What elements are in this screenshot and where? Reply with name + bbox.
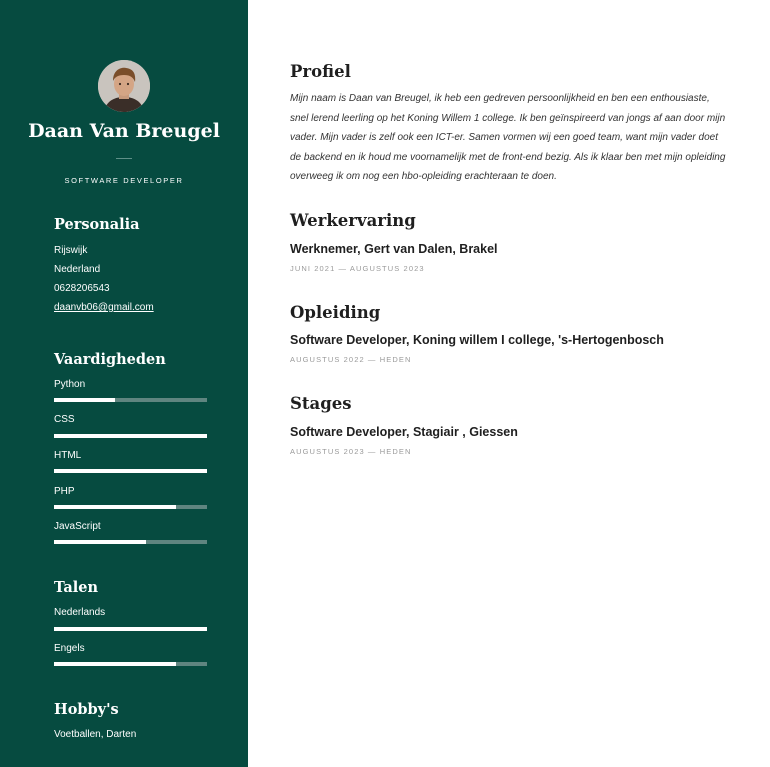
language-bar	[54, 662, 207, 666]
work-entry-date: JUNI 2021 — AUGUSTUS 2023	[290, 264, 425, 273]
education-entry-title: Software Developer, Koning willem I coll…	[290, 333, 664, 347]
internship-entry-title: Software Developer, Stagiair , Giessen	[290, 425, 518, 439]
personalia-country: Nederland	[54, 264, 101, 275]
personalia-heading: Personalia	[54, 216, 140, 233]
skill-bar-fill	[54, 505, 177, 509]
education-heading: Opleiding	[290, 303, 381, 322]
sidebar: Daan Van Breugel SOFTWARE DEVELOPER Pers…	[0, 0, 248, 767]
person-photo-icon	[98, 60, 150, 112]
language-bar-fill	[54, 627, 207, 631]
personalia-email-link[interactable]: daanvb06@gmail.com	[54, 302, 154, 313]
skill-label: Python	[54, 379, 86, 390]
skill-bar	[54, 469, 207, 473]
skill-bar	[54, 434, 207, 438]
language-bar	[54, 627, 207, 631]
personalia-phone: 0628206543	[54, 283, 110, 294]
skill-label: JavaScript	[54, 521, 101, 532]
work-heading: Werkervaring	[290, 211, 416, 230]
profile-role: SOFTWARE DEVELOPER	[64, 176, 184, 185]
work-entry-title: Werknemer, Gert van Dalen, Brakel	[290, 242, 498, 256]
skills-heading: Vaardigheden	[54, 351, 166, 368]
skill-bar-fill	[54, 469, 207, 473]
profile-heading: Profiel	[290, 62, 351, 81]
language-label: Nederlands	[54, 607, 106, 618]
skill-label: PHP	[54, 486, 75, 497]
languages-heading: Talen	[54, 579, 99, 596]
language-bar-fill	[54, 662, 177, 666]
skill-bar-fill	[54, 398, 116, 402]
avatar	[98, 60, 150, 112]
skill-label: CSS	[54, 414, 75, 425]
language-label: Engels	[54, 643, 85, 654]
profile-text: Mijn naam is Daan van Breugel, ik heb ee…	[290, 93, 726, 183]
skill-bar-fill	[54, 540, 146, 544]
name-divider	[116, 158, 132, 159]
hobbies-text: Voetballen, Darten	[54, 729, 137, 740]
education-entry-date: AUGUSTUS 2022 — HEDEN	[290, 355, 412, 364]
profile-name: Daan Van Breugel	[28, 120, 220, 142]
internship-entry-date: AUGUSTUS 2023 — HEDEN	[290, 447, 412, 456]
skill-label: HTML	[54, 450, 82, 461]
skill-bar	[54, 398, 207, 402]
internships-heading: Stages	[290, 394, 352, 413]
skill-bar-fill	[54, 434, 207, 438]
personalia-city: Rijswijk	[54, 245, 88, 256]
skill-bar	[54, 540, 207, 544]
hobbies-heading: Hobby's	[54, 701, 119, 718]
skill-bar	[54, 505, 207, 509]
